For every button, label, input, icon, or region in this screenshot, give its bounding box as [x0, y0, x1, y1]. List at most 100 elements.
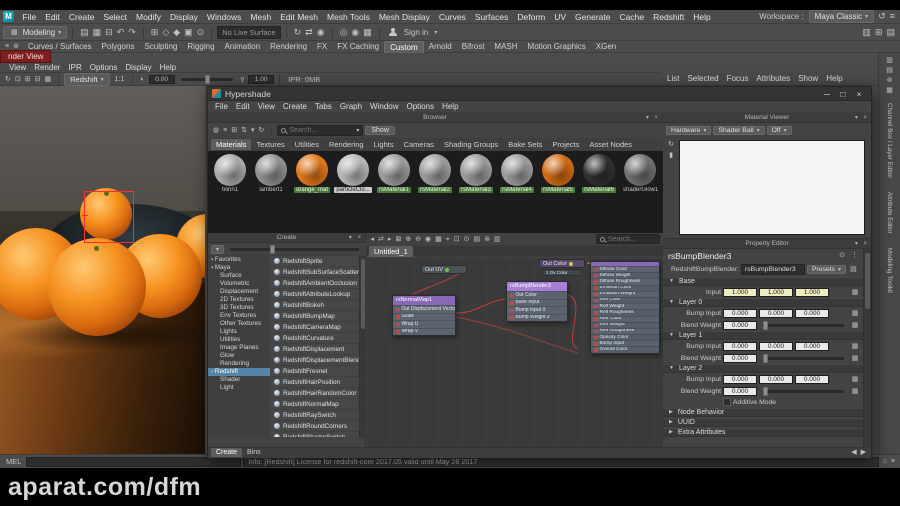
rearrange-graph-icon[interactable]: ▦ [434, 236, 444, 243]
create-node-item[interactable]: RedshiftAmbientOcclusion [270, 278, 359, 289]
create-node-item[interactable]: RedshiftSprite [270, 256, 359, 267]
material-swatch[interactable]: rsMaterial4 [498, 154, 536, 193]
shelf-tab[interactable]: XGen [591, 41, 621, 52]
panel-menu-item[interactable]: Options [86, 63, 122, 72]
mel-selector[interactable]: MEL [3, 457, 24, 466]
bump-input-z-field[interactable] [795, 374, 829, 384]
add-selected-icon[interactable]: ⊕ [404, 236, 413, 243]
category-row[interactable]: Utilities [208, 336, 270, 344]
bookmarks-icon[interactable]: ▥ [492, 236, 502, 243]
map-button-icon[interactable]: ▦ [850, 354, 860, 362]
bump-input-x-field[interactable] [723, 374, 757, 384]
command-line-input[interactable] [26, 456, 242, 467]
category-row[interactable]: Other Textures [208, 320, 270, 328]
browser-tab[interactable]: Lights [369, 139, 399, 150]
input-plug-icon[interactable] [510, 316, 514, 320]
maya-logo-icon[interactable]: M [3, 11, 14, 22]
shelf-tab[interactable]: Bifrost [457, 41, 490, 52]
previous-page-icon[interactable]: ◀ [849, 449, 858, 456]
input-plug-icon[interactable] [594, 274, 598, 278]
input-plug-icon[interactable] [510, 301, 514, 305]
collapsed-section-header[interactable]: ▶ Extra Attributes [663, 428, 863, 437]
highlight-selection-icon[interactable]: ◉ [315, 27, 327, 37]
input-z-field[interactable] [795, 287, 829, 297]
presets-button[interactable]: Presets ▾ [807, 265, 847, 274]
browser-panel-header[interactable]: Browser ▾ × [208, 113, 662, 123]
menu-item[interactable]: Mesh [246, 12, 276, 22]
shelf-tab[interactable]: Polygons [97, 41, 140, 52]
create-node-item[interactable]: RedshiftShaderSwitch [270, 432, 359, 437]
live-surface-field[interactable]: No Live Surface [217, 25, 281, 39]
save-scene-icon[interactable]: ⊟ [103, 27, 115, 37]
node-attribute-row[interactable]: Bump Weight 0 [507, 313, 567, 321]
browser-search-input[interactable] [289, 127, 354, 134]
base-section-header[interactable]: ▼ Base [663, 277, 863, 286]
create-filter-dropdown[interactable]: ▾ [211, 244, 225, 254]
material-swatch[interactable]: shaderGlow1 [621, 154, 659, 193]
node-attribute-row[interactable]: Out Displacement Vector [393, 305, 455, 313]
bump-input-y-field[interactable] [759, 341, 793, 351]
blend-weight-field[interactable] [723, 320, 757, 330]
render-settings-icon[interactable]: ▦ [361, 27, 374, 37]
panel-menu-item[interactable]: Attributes [752, 74, 794, 83]
input-plug-icon[interactable] [594, 342, 598, 346]
show-attribute-editor-icon[interactable]: ▤ [884, 67, 895, 74]
input-plug-icon[interactable] [510, 293, 514, 297]
exposure-field[interactable] [148, 74, 175, 84]
map-button-icon[interactable]: ▦ [850, 288, 860, 296]
material-swatch[interactable]: particleClo... [334, 154, 372, 193]
panel-menu-item[interactable]: Display [121, 63, 155, 72]
exposure-icon[interactable]: ◐ [138, 76, 146, 83]
node-graph-canvas[interactable]: Out UV Out Color 1 Ov Color Diffuse Colo… [366, 257, 663, 447]
category-row[interactable]: Volumetric [208, 280, 270, 288]
out-uv-node[interactable]: Out UV [421, 265, 467, 274]
menu-item[interactable]: Graph [336, 102, 366, 111]
bump-blender-node[interactable]: rsBumpBlender3 Out Color Base Input Bump… [506, 281, 568, 322]
redraw-region-icon[interactable]: ↻ [3, 76, 13, 83]
new-scene-icon[interactable]: ▤ [78, 27, 91, 37]
input-plug-icon[interactable] [594, 323, 598, 328]
create-node-item[interactable]: RedshiftBumpMap [270, 311, 359, 322]
outliner-toggle-icon[interactable]: ▤ [884, 27, 897, 37]
input-plug-icon[interactable] [594, 348, 598, 352]
shelf-tab[interactable]: Motion Graphics [523, 41, 591, 52]
menu-item[interactable]: Create [64, 12, 99, 22]
normal-map-node[interactable]: rsNormalMap1 Out Displacement Vector Sca… [392, 295, 456, 336]
shelf-tab[interactable]: MASH [489, 41, 522, 52]
more-options-icon[interactable]: ⋮ [849, 252, 860, 259]
dock-tab[interactable]: Modeling Toolkit [885, 243, 894, 298]
input-y-field[interactable] [759, 287, 793, 297]
material-swatch[interactable]: blinn1 [211, 154, 249, 193]
node-attribute-row[interactable]: Overall Color [591, 346, 659, 353]
remove-selected-icon[interactable]: ⊖ [414, 236, 423, 243]
input-plug-icon[interactable] [396, 330, 400, 334]
menu-item[interactable]: Options [403, 102, 439, 111]
category-row[interactable]: Glow [208, 352, 270, 360]
panel-menu-item[interactable]: IPR [64, 63, 85, 72]
map-button-icon[interactable]: ▦ [850, 321, 860, 329]
close-button-icon[interactable]: × [851, 89, 867, 99]
show-channel-box-icon[interactable]: ▥ [884, 57, 895, 64]
blend-weight-field[interactable] [723, 386, 757, 396]
render-view-image-area[interactable] [0, 86, 205, 454]
panel-menu-item[interactable]: View [5, 63, 30, 72]
blend-weight-slider[interactable] [763, 353, 844, 363]
graph-tab[interactable]: Untitled_1 [369, 245, 413, 257]
workspace-menu-icon[interactable]: ≡ [888, 12, 897, 21]
create-node-item[interactable]: RedshiftRaySwitch [270, 410, 359, 421]
material-swatch[interactable]: rsMaterial3 [457, 154, 495, 193]
browser-tab[interactable]: Bake Sets [503, 139, 547, 150]
input-plug-icon[interactable] [594, 280, 598, 284]
node-attribute-row[interactable]: Bump Input 0 [507, 306, 567, 314]
shelf-tab[interactable]: Sculpting [139, 41, 182, 52]
panel-menu-item[interactable]: List [663, 74, 683, 83]
browser-tab[interactable]: Textures [251, 139, 289, 150]
category-row[interactable]: Rendering [208, 360, 270, 368]
snap-to-grid-icon[interactable]: ⊞ [149, 27, 161, 37]
panel-menu-item[interactable]: Show [794, 74, 822, 83]
renderer-selector[interactable]: Redshift ▾ [64, 72, 110, 86]
show-hide-icon[interactable]: ▤ [848, 266, 859, 273]
browser-tab[interactable]: Rendering [324, 139, 369, 150]
menu-item[interactable]: Curves [434, 12, 470, 22]
category-row[interactable]: 3D Textures [208, 304, 270, 312]
